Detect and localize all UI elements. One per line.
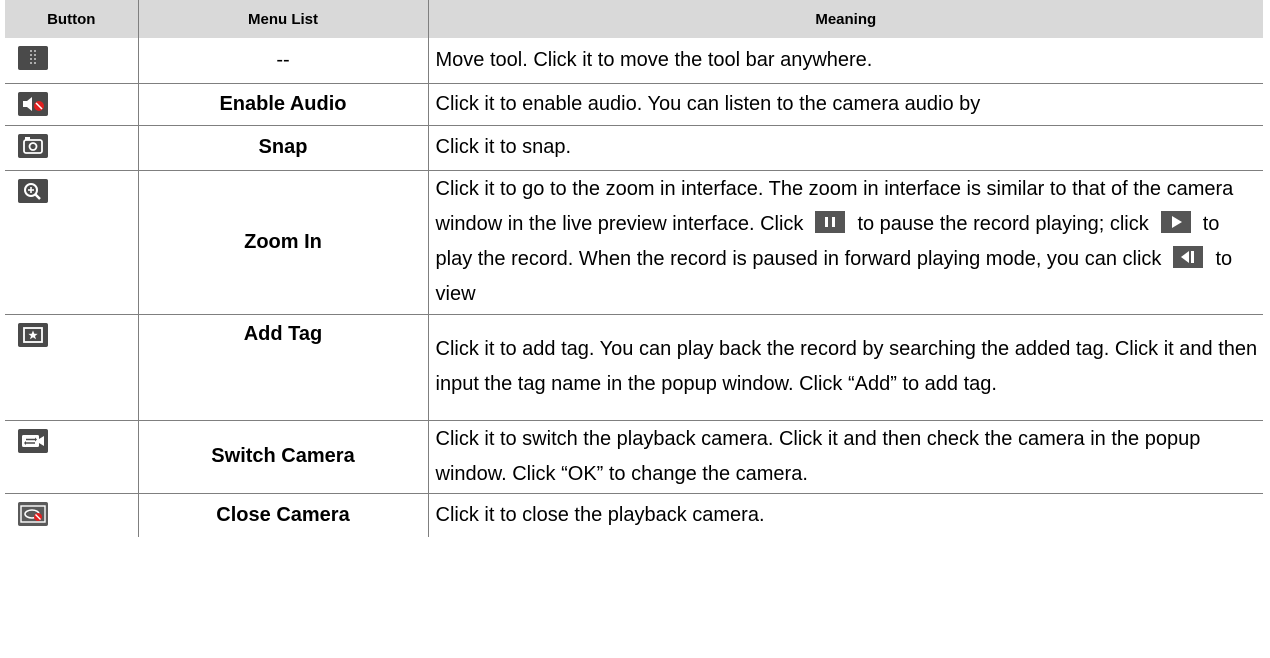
meaning-cell: Click it to go to the zoom in interface.… (427, 169, 1263, 314)
table-row: Snap Click it to snap. (5, 124, 1263, 170)
button-cell (5, 313, 138, 420)
meaning-cell: Click it to switch the playback camera. … (427, 419, 1263, 493)
meaning-cell: Click it to snap. (427, 124, 1263, 170)
meaning-cell: Move tool. Click it to move the tool bar… (427, 38, 1263, 83)
header-button: Button (5, 0, 138, 38)
camera-snap-icon[interactable] (18, 133, 48, 158)
zoom-in-icon[interactable] (18, 178, 48, 203)
button-cell (5, 169, 138, 314)
menu-item-cell: Close Camera (137, 492, 428, 537)
move-handle-icon[interactable] (18, 46, 48, 70)
pause-icon (815, 211, 846, 233)
switch-camera-icon[interactable] (18, 428, 48, 453)
menu-item-cell: Enable Audio (137, 82, 428, 125)
header-menu-list: Menu List (137, 0, 428, 38)
table-row: -- Move tool. Click it to move the tool … (5, 38, 1263, 83)
meaning-text-part: to pause the record playing; click (857, 213, 1149, 235)
button-reference-table: Button Menu List Meaning -- Move tool. C… (5, 0, 1263, 537)
meaning-cell: Click it to add tag. You can play back t… (427, 313, 1263, 420)
button-cell (5, 38, 138, 83)
header-meaning: Meaning (427, 0, 1263, 38)
table-row: Zoom In Click it to go to the zoom in in… (5, 169, 1263, 314)
play-icon (1160, 211, 1191, 233)
table-row: Enable Audio Click it to enable audio. Y… (5, 82, 1263, 125)
table-header-row: Button Menu List Meaning (5, 0, 1263, 38)
menu-item-cell: Snap (137, 124, 428, 170)
tag-star-icon[interactable] (18, 322, 48, 347)
menu-item-cell: Add Tag (137, 313, 428, 420)
meaning-cell: Click it to close the playback camera. (427, 492, 1263, 537)
close-camera-icon[interactable] (18, 501, 48, 526)
button-cell (5, 82, 138, 125)
meaning-cell: Click it to enable audio. You can listen… (427, 82, 1263, 125)
button-cell (5, 492, 138, 537)
table-row: Switch Camera Click it to switch the pla… (5, 419, 1263, 493)
table-row: Close Camera Click it to close the playb… (5, 492, 1263, 537)
button-cell (5, 419, 138, 493)
button-cell (5, 124, 138, 170)
audio-muted-icon[interactable] (18, 91, 48, 116)
menu-item-cell: Zoom In (137, 169, 428, 314)
menu-item-cell: Switch Camera (137, 419, 428, 493)
menu-item-cell: -- (137, 38, 428, 83)
step-back-icon (1173, 246, 1204, 268)
table-row: Add Tag Click it to add tag. You can pla… (5, 313, 1263, 420)
